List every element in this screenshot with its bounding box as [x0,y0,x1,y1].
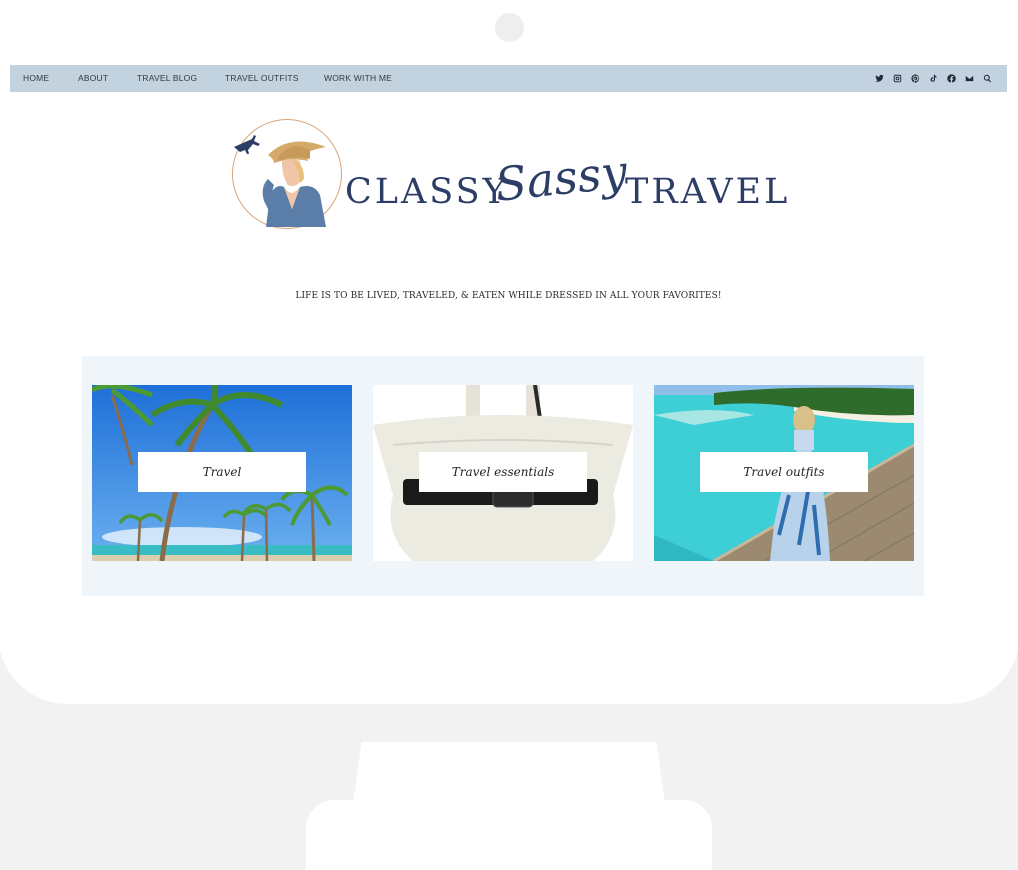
instagram-icon[interactable] [892,74,902,84]
email-icon[interactable] [964,74,974,84]
category-cards-section: Travel Travel essentials Travel outfits [82,356,924,596]
nav-item-travel-blog[interactable]: TRAVEL BLOG [137,65,197,92]
facebook-icon[interactable] [946,74,956,84]
nav-item-travel-outfits[interactable]: TRAVEL OUTFITS [225,65,299,92]
site-logo[interactable]: CLASSY Sassy TRAVEL [230,117,790,247]
logo-word-sassy: Sassy [492,144,630,212]
webcam [495,13,524,42]
logo-word-travel: TRAVEL [625,172,791,212]
twitter-icon[interactable] [874,74,884,84]
card-travel-essentials[interactable]: Travel essentials [373,385,633,561]
website-screen: HOME ABOUT TRAVEL BLOG TRAVEL OUTFITS WO… [10,65,1007,625]
card-travel[interactable]: Travel [92,385,352,561]
logo-illustration [234,135,326,227]
social-icons [874,65,992,92]
tiktok-icon[interactable] [928,74,938,84]
nav-item-home[interactable]: HOME [23,65,49,92]
nav-item-about[interactable]: ABOUT [78,65,108,92]
monitor-stand-base [306,800,712,870]
logo-word-classy: CLASSY [345,172,509,212]
nav-item-work-with-me[interactable]: WORK WITH ME [324,65,392,92]
top-nav-bar: HOME ABOUT TRAVEL BLOG TRAVEL OUTFITS WO… [10,65,1007,92]
card-label-travel-outfits: Travel outfits [700,452,868,492]
card-label-travel-essentials: Travel essentials [419,452,587,492]
site-tagline: LIFE IS TO BE LIVED, TRAVELED, & EATEN W… [295,291,722,301]
card-travel-outfits[interactable]: Travel outfits [654,385,914,561]
card-label-travel: Travel [138,452,306,492]
search-icon[interactable] [982,74,992,84]
pinterest-icon[interactable] [910,74,920,84]
